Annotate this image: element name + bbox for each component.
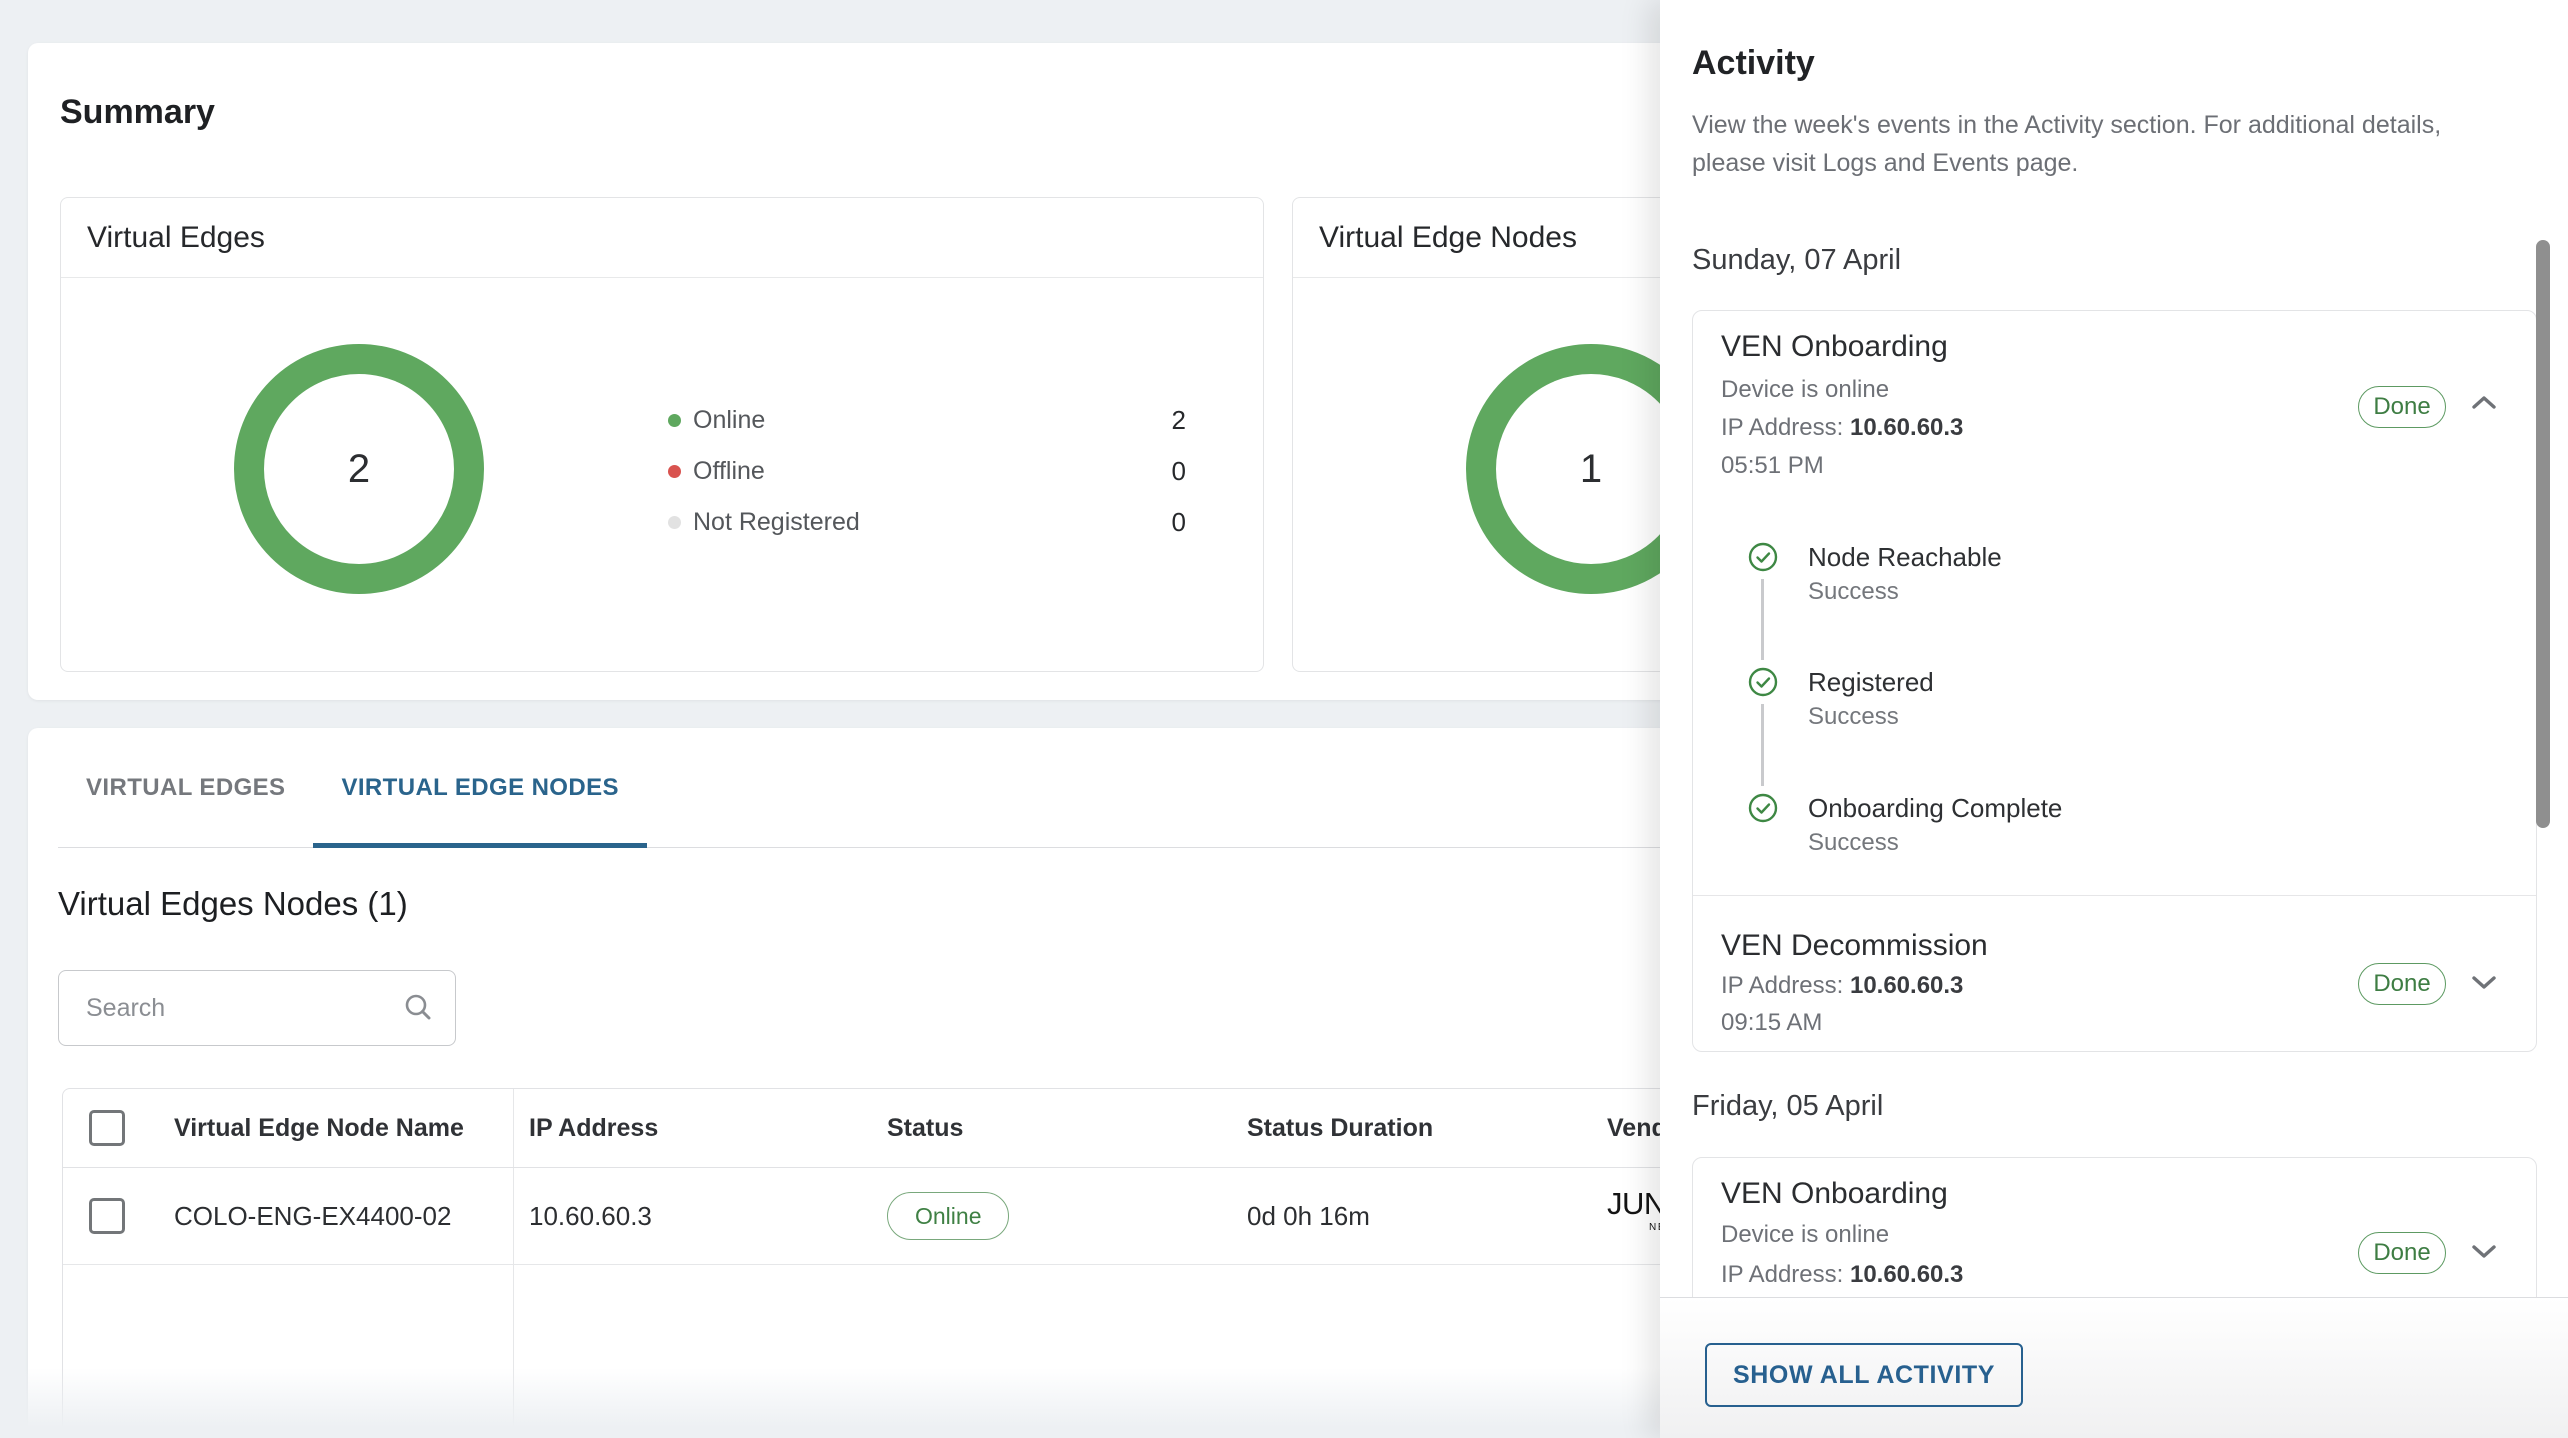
node-ip: 10.60.60.3 [514, 1168, 872, 1264]
not-registered-dot-icon [668, 516, 681, 529]
row-status-cell: Online [872, 1168, 1232, 1264]
filler-name-cell [63, 1265, 514, 1438]
online-dot-icon [668, 414, 681, 427]
event-subtitle: Device is online [1721, 1220, 1889, 1250]
show-all-activity-button[interactable]: SHOW ALL ACTIVITY [1705, 1343, 2023, 1407]
column-header-ip: IP Address [514, 1089, 872, 1167]
table-header-row: Virtual Edge Node Name IP Address Status… [63, 1089, 1703, 1168]
step-status: Success [1808, 577, 1899, 607]
event-title: VEN Onboarding [1721, 329, 1948, 365]
event-ip-value: 10.60.60.3 [1850, 1261, 1963, 1288]
step-status: Success [1808, 828, 1899, 858]
select-all-checkbox[interactable] [89, 1110, 125, 1146]
header-name-cell: Virtual Edge Node Name [63, 1089, 514, 1167]
event-title: VEN Decommission [1721, 928, 1988, 964]
virtual-edges-card: Virtual Edges 2 Online 2 Offline 0 Not R… [60, 197, 1264, 672]
column-header-status-duration: Status Duration [1232, 1089, 1592, 1167]
step-name: Node Reachable [1808, 541, 2002, 573]
done-badge: Done [2358, 1232, 2446, 1274]
virtual-edges-donut: 2 [234, 344, 484, 594]
event-title: VEN Onboarding [1721, 1176, 1948, 1212]
done-badge: Done [2358, 963, 2446, 1005]
step-name: Registered [1808, 666, 1934, 698]
row-checkbox[interactable] [89, 1198, 125, 1234]
column-header-status: Status [872, 1089, 1232, 1167]
check-circle-icon [1748, 542, 1778, 572]
legend-row-online: Online 2 [668, 404, 1186, 436]
virtual-edges-legend: Online 2 Offline 0 Not Registered 0 [668, 404, 1186, 557]
legend-value: 0 [1172, 456, 1186, 487]
nodes-table: Virtual Edge Node Name IP Address Status… [62, 1088, 1704, 1438]
column-header-name: Virtual Edge Node Name [174, 1114, 464, 1143]
day-label-friday: Friday, 05 April [1692, 1090, 1883, 1123]
activity-footer: SHOW ALL ACTIVITY [1660, 1297, 2568, 1438]
legend-label: Online [693, 406, 765, 435]
done-badge: Done [2358, 386, 2446, 428]
legend-row-not-registered: Not Registered 0 [668, 506, 1186, 538]
chevron-up-icon[interactable] [2471, 394, 2497, 410]
step-status: Success [1808, 702, 1899, 732]
legend-row-offline: Offline 0 [668, 455, 1186, 487]
check-circle-icon [1748, 667, 1778, 697]
event-time: 05:51 PM [1721, 451, 1824, 481]
event-subtitle: Device is online [1721, 375, 1889, 405]
event-divider [1693, 895, 2536, 896]
dashboard-screen: Summary Virtual Edges 2 Online 2 Offline… [0, 0, 2568, 1438]
event-ip-value: 10.60.60.3 [1850, 972, 1963, 999]
summary-section: Summary Virtual Edges 2 Online 2 Offline… [28, 43, 1702, 700]
search-icon [401, 991, 435, 1025]
day-label-sunday: Sunday, 07 April [1692, 244, 1901, 277]
virtual-edge-nodes-total: 1 [1580, 447, 1602, 492]
sunday-events-card: VEN Onboarding Device is online IP Addre… [1692, 310, 2537, 1052]
summary-title: Summary [60, 93, 215, 132]
list-title: Virtual Edges Nodes (1) [58, 885, 408, 923]
status-badge: Online [887, 1192, 1009, 1240]
timeline-connector [1761, 579, 1764, 660]
event-ip-line: IP Address: 10.60.60.3 [1721, 413, 1963, 443]
scrollbar-thumb[interactable] [2536, 240, 2550, 828]
node-name: COLO-ENG-EX4400-02 [174, 1201, 451, 1232]
nodes-list-section: VIRTUAL EDGES VIRTUAL EDGE NODES Virtual… [28, 728, 1702, 1438]
search-box [58, 970, 456, 1046]
offline-dot-icon [668, 465, 681, 478]
check-circle-icon [1748, 793, 1778, 823]
table-row[interactable]: COLO-ENG-EX4400-02 10.60.60.3 Online 0d … [63, 1168, 1703, 1265]
legend-value: 0 [1172, 507, 1186, 538]
event-ip-value: 10.60.60.3 [1850, 414, 1963, 441]
event-time: 09:15 AM [1721, 1008, 1822, 1038]
legend-label: Not Registered [693, 508, 860, 537]
row-name-cell: COLO-ENG-EX4400-02 [63, 1168, 514, 1264]
search-input[interactable] [59, 993, 401, 1024]
tab-bar: VIRTUAL EDGES VIRTUAL EDGE NODES [58, 728, 1702, 848]
virtual-edges-total: 2 [348, 447, 370, 492]
tab-virtual-edges[interactable]: VIRTUAL EDGES [58, 728, 313, 847]
activity-title: Activity [1692, 44, 1815, 83]
table-empty-area [63, 1265, 1703, 1438]
step-name: Onboarding Complete [1808, 792, 2062, 824]
event-ip-line: IP Address: 10.60.60.3 [1721, 1260, 1963, 1290]
legend-label: Offline [693, 457, 765, 486]
activity-description: View the week's events in the Activity s… [1692, 106, 2512, 182]
legend-value: 2 [1172, 405, 1186, 436]
event-ip-line: IP Address: 10.60.60.3 [1721, 971, 1963, 1001]
chevron-down-icon[interactable] [2471, 975, 2497, 991]
timeline-connector [1761, 704, 1764, 786]
activity-panel: Activity View the week's events in the A… [1660, 0, 2568, 1438]
node-status-duration: 0d 0h 16m [1232, 1168, 1592, 1264]
tab-virtual-edge-nodes[interactable]: VIRTUAL EDGE NODES [313, 728, 646, 847]
virtual-edges-card-title: Virtual Edges [61, 198, 1263, 278]
chevron-down-icon[interactable] [2471, 1244, 2497, 1260]
